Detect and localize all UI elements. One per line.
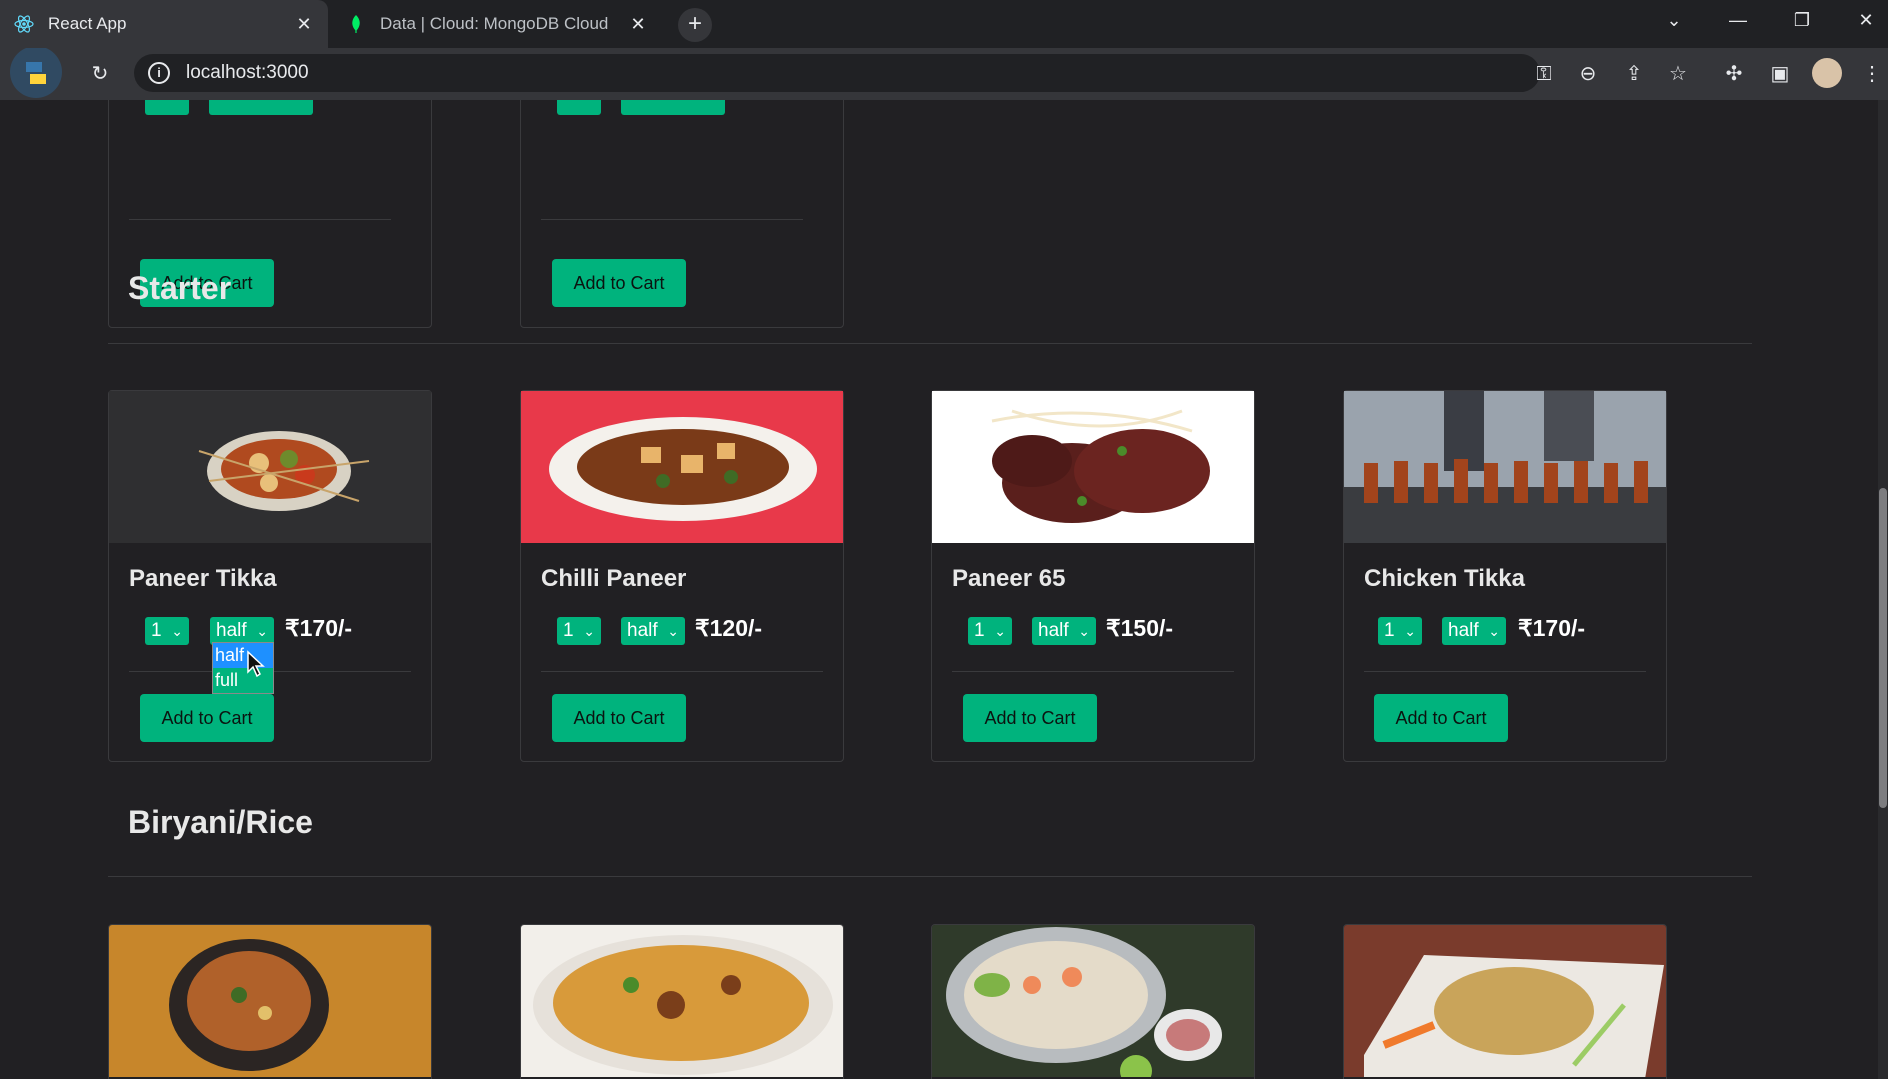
window-close-icon[interactable]: ✕ (1840, 0, 1888, 40)
size-select[interactable]: half ⌄ (1032, 617, 1096, 645)
address-bar[interactable]: i localhost:3000 (134, 54, 1540, 92)
food-card: Chilli Paneer 1 ⌄ half ⌄ ₹120/- Add to Car… (520, 390, 844, 762)
food-card: Paneer 65 1 ⌄ half ⌄ ₹150/- Add to Cart (931, 390, 1255, 762)
food-image (932, 925, 1254, 1077)
food-image (521, 391, 843, 543)
food-card: Add to Cart (520, 100, 844, 328)
quantity-value: 1 (974, 620, 985, 641)
scrollbar-thumb[interactable] (1879, 488, 1887, 808)
browser-tabbar: React App ✕ Data | Cloud: MongoDB Cloud … (0, 0, 1888, 48)
size-value: half (216, 620, 247, 641)
page: Add to Cart Add to Cart Starter Paneer T… (0, 100, 1888, 1079)
scrollbar[interactable] (1878, 100, 1888, 1079)
food-card (931, 924, 1255, 1079)
item-name: Paneer 65 (952, 565, 1066, 592)
section-title: Starter (128, 270, 232, 306)
tab-title: Data | Cloud: MongoDB Cloud (380, 14, 609, 33)
react-icon (14, 14, 34, 34)
size-select[interactable] (209, 100, 313, 115)
size-value: half (627, 620, 658, 641)
extensions-icon[interactable]: ✣ (1720, 60, 1748, 88)
chevron-down-icon: ⌄ (1078, 623, 1090, 639)
minimize-icon[interactable]: — (1712, 0, 1764, 40)
browser-toolbar: ↻ i localhost:3000 ⚿ ⊖ ⇪ ☆ ✣ ▣ ⋮ (0, 46, 1888, 100)
food-card: Chicken Tikka 1 ⌄ half ⌄ ₹170/- Add to Car… (1343, 390, 1667, 762)
zoom-icon[interactable]: ⊖ (1574, 60, 1602, 88)
chevron-down-icon: ⌄ (1404, 623, 1416, 639)
info-icon[interactable]: i (148, 62, 170, 84)
quantity-value: 1 (563, 620, 574, 641)
new-tab-button[interactable]: + (678, 8, 712, 42)
size-value: half (1448, 620, 1479, 641)
item-price: ₹120/- (695, 615, 763, 641)
divider (952, 671, 1234, 672)
python-logo (0, 46, 70, 100)
chevron-down-icon: ⌄ (994, 623, 1006, 639)
item-name: Chicken Tikka (1364, 565, 1525, 592)
quantity-select[interactable]: 1 ⌄ (557, 617, 601, 645)
reload-icon[interactable]: ↻ (86, 60, 114, 88)
section-divider (108, 343, 1752, 344)
chevron-down-icon: ⌄ (667, 623, 679, 639)
size-select[interactable]: half ⌄ (1442, 617, 1506, 645)
quantity-select[interactable] (557, 100, 601, 115)
chevron-down-icon: ⌄ (583, 623, 595, 639)
side-panel-icon[interactable]: ▣ (1766, 60, 1794, 88)
food-image (521, 925, 843, 1077)
add-to-cart-button[interactable]: Add to Cart (552, 694, 686, 742)
key-icon[interactable]: ⚿ (1530, 60, 1558, 88)
tab-react-app[interactable]: React App ✕ (0, 0, 328, 48)
star-icon[interactable]: ☆ (1664, 60, 1692, 88)
close-icon[interactable]: ✕ (294, 14, 314, 35)
add-to-cart-button[interactable]: Add to Cart (140, 694, 274, 742)
food-image (1344, 925, 1666, 1077)
chevron-down-icon: ⌄ (256, 623, 268, 639)
quantity-select[interactable]: 1 ⌄ (145, 617, 189, 645)
tab-search-icon[interactable]: ⌄ (1648, 0, 1700, 40)
chevron-down-icon: ⌄ (171, 623, 183, 639)
quantity-value: 1 (151, 620, 162, 641)
avatar[interactable] (1812, 58, 1842, 88)
item-name: Paneer Tikka (129, 565, 277, 592)
quantity-select[interactable]: 1 ⌄ (1378, 617, 1422, 645)
food-card (1343, 924, 1667, 1079)
item-name: Chilli Paneer (541, 565, 687, 592)
quantity-select[interactable]: 1 ⌄ (968, 617, 1012, 645)
divider (541, 219, 803, 220)
divider (541, 671, 823, 672)
share-icon[interactable]: ⇪ (1620, 60, 1648, 88)
size-value: half (1038, 620, 1069, 641)
food-card: Paneer Tikka 1 ⌄ half ⌄ ₹170/- Add to Cart (108, 390, 432, 762)
item-price: ₹150/- (1106, 615, 1174, 641)
size-select[interactable]: half ⌄ (621, 617, 685, 645)
food-card (108, 924, 432, 1079)
close-icon[interactable]: ✕ (628, 14, 648, 35)
food-image (109, 925, 431, 1077)
tab-title: React App (48, 14, 127, 33)
add-to-cart-button[interactable]: Add to Cart (1374, 694, 1508, 742)
size-select[interactable]: half ⌄ (210, 617, 274, 645)
divider (1364, 671, 1646, 672)
mouse-cursor-icon (247, 650, 265, 678)
add-to-cart-button[interactable]: Add to Cart (963, 694, 1097, 742)
tab-mongodb[interactable]: Data | Cloud: MongoDB Cloud ✕ (332, 0, 662, 48)
food-image (109, 391, 431, 543)
mongodb-leaf-icon (346, 14, 366, 34)
item-price: ₹170/- (1518, 615, 1586, 641)
food-image (1344, 391, 1666, 543)
food-card (520, 924, 844, 1079)
item-price: ₹170/- (285, 615, 353, 641)
section-divider (108, 876, 1752, 877)
food-image (932, 391, 1254, 543)
section-title: Biryani/Rice (128, 804, 313, 840)
add-to-cart-button[interactable]: Add to Cart (552, 259, 686, 307)
chevron-down-icon: ⌄ (1488, 623, 1500, 639)
quantity-select[interactable] (145, 100, 189, 115)
quantity-value: 1 (1384, 620, 1395, 641)
restore-icon[interactable]: ❐ (1776, 0, 1828, 40)
divider (129, 219, 391, 220)
url-text: localhost:3000 (186, 62, 309, 83)
menu-icon[interactable]: ⋮ (1858, 60, 1886, 88)
size-select[interactable] (621, 100, 725, 115)
